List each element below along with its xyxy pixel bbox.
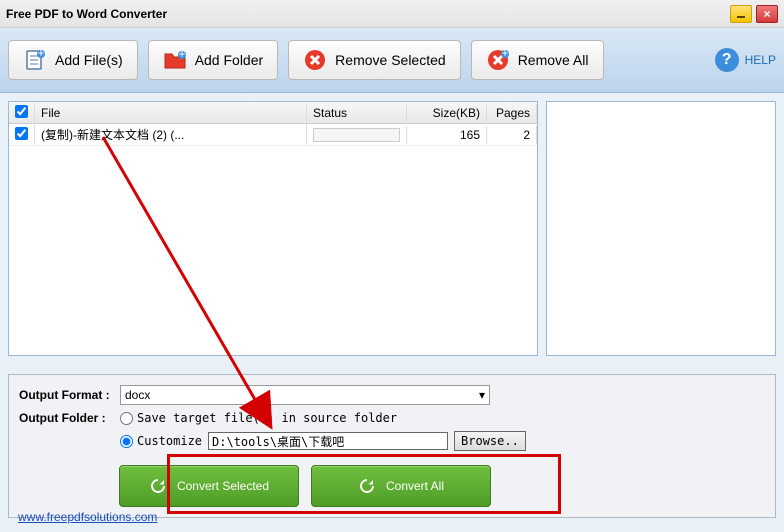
row-filename: (复制)-新建文本文档 (2) (... xyxy=(35,124,307,145)
preview-panel xyxy=(546,101,776,356)
output-format-label: Output Format : xyxy=(19,388,114,402)
output-format-select[interactable]: docx ▾ xyxy=(120,385,490,405)
remove-icon xyxy=(303,48,327,72)
remove-selected-button[interactable]: Remove Selected xyxy=(288,40,461,80)
footer-link[interactable]: www.freepdfsolutions.com xyxy=(18,510,157,524)
svg-text:+: + xyxy=(37,48,44,60)
close-button[interactable]: × xyxy=(756,5,778,23)
svg-text:+: + xyxy=(178,48,185,61)
refresh-icon xyxy=(149,477,167,495)
row-checkbox[interactable] xyxy=(15,127,28,140)
folder-plus-icon: + xyxy=(163,48,187,72)
customize-radio[interactable]: Customize xyxy=(120,434,202,448)
output-folder-label: Output Folder : xyxy=(19,411,114,425)
file-table: File Status Size(KB) Pages (复制)-新建文本文档 (… xyxy=(8,101,538,356)
output-path-input[interactable] xyxy=(208,432,448,450)
minimize-button[interactable] xyxy=(730,5,752,23)
svg-text:+: + xyxy=(501,48,508,60)
col-pages[interactable]: Pages xyxy=(487,104,537,122)
col-status[interactable]: Status xyxy=(307,104,407,122)
help-button[interactable]: ? HELP xyxy=(715,48,776,72)
table-row[interactable]: (复制)-新建文本文档 (2) (... 165 2 xyxy=(9,124,537,146)
chevron-down-icon: ▾ xyxy=(479,388,485,402)
remove-all-icon: + xyxy=(486,48,510,72)
convert-selected-button[interactable]: Convert Selected xyxy=(119,465,299,507)
col-size[interactable]: Size(KB) xyxy=(407,104,487,122)
remove-all-button[interactable]: + Remove All xyxy=(471,40,604,80)
save-source-radio[interactable]: Save target file(s) in source folder xyxy=(120,411,397,425)
row-pages: 2 xyxy=(487,126,537,144)
help-icon: ? xyxy=(715,48,739,72)
browse-button[interactable]: Browse.. xyxy=(454,431,526,451)
row-status xyxy=(307,126,407,144)
row-size: 165 xyxy=(407,126,487,144)
file-plus-icon: + xyxy=(23,48,47,72)
select-all-checkbox[interactable] xyxy=(15,105,28,118)
add-folder-button[interactable]: + Add Folder xyxy=(148,40,278,80)
col-file[interactable]: File xyxy=(35,104,307,122)
window-title: Free PDF to Word Converter xyxy=(6,7,730,21)
convert-all-button[interactable]: Convert All xyxy=(311,465,491,507)
refresh-icon xyxy=(358,477,376,495)
add-files-button[interactable]: + Add File(s) xyxy=(8,40,138,80)
